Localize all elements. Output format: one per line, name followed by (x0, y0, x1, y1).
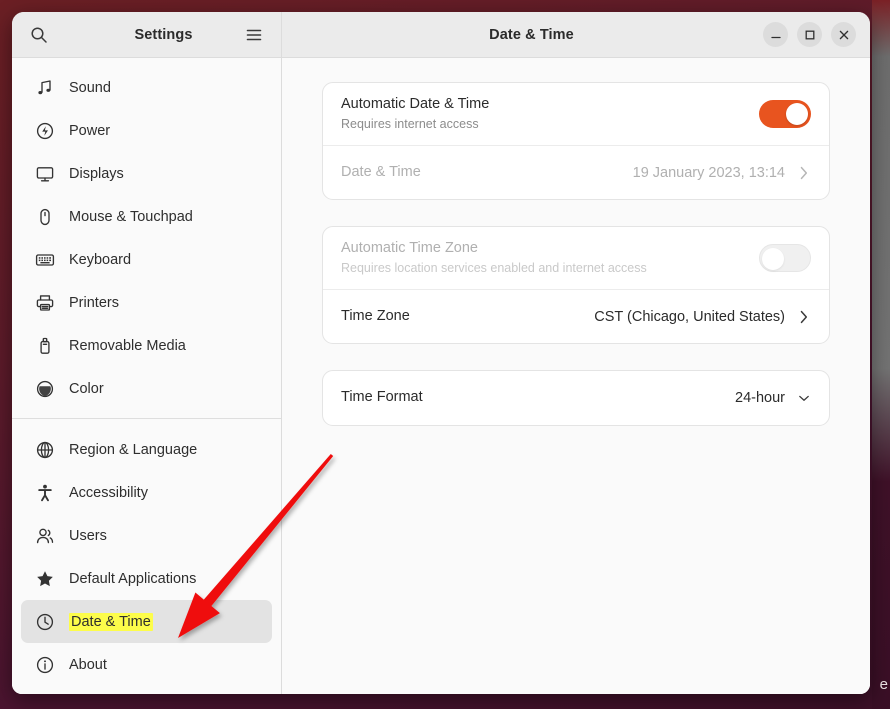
minimize-button[interactable] (763, 22, 788, 47)
close-button[interactable] (831, 22, 856, 47)
row-text: Automatic Time ZoneRequires location ser… (341, 239, 647, 278)
sidebar-item-region-language[interactable]: Region & Language (21, 428, 272, 471)
sound-icon (35, 78, 55, 98)
app-title: Settings (135, 27, 193, 43)
window-body: Sound Power Displays Mouse & Touchpad Keyboa… (12, 58, 870, 694)
sidebar-item-color[interactable]: Color (21, 367, 272, 410)
sidebar-item-date-time[interactable]: Date & Time (21, 600, 272, 643)
sidebar-item-power[interactable]: Power (21, 109, 272, 152)
sidebar-separator (12, 418, 281, 419)
mouse-icon (35, 207, 55, 227)
sidebar-item-label: Power (69, 123, 110, 139)
sidebar-item-label: Keyboard (69, 252, 131, 268)
headerbar-left: Settings (12, 12, 282, 57)
row-value: 19 January 2023, 13:14 (633, 165, 785, 181)
sidebar-item-accessibility[interactable]: Accessibility (21, 471, 272, 514)
sidebar-item-label: Region & Language (69, 442, 197, 458)
row-value: 24-hour (735, 390, 785, 406)
row-automatic-date-time: Automatic Date & TimeRequires internet a… (323, 83, 829, 145)
desktop-edge-letter: e (880, 676, 888, 693)
toggle-automatic-time-zone[interactable] (759, 244, 811, 272)
globe-icon (35, 440, 55, 460)
keyboard-icon (35, 250, 55, 270)
sidebar-item-label: Displays (69, 166, 124, 182)
removable-media-icon (35, 336, 55, 356)
sidebar-item-keyboard[interactable]: Keyboard (21, 238, 272, 281)
settings-card: Automatic Date & TimeRequires internet a… (322, 82, 830, 200)
row-time-format[interactable]: Time Format 24-hour (323, 371, 829, 425)
row-text: Time Format (341, 388, 423, 408)
sidebar-item-default-applications[interactable]: Default Applications (21, 557, 272, 600)
star-icon (35, 569, 55, 589)
row-control-area: 24-hour (735, 389, 811, 407)
sidebar-item-label: Date & Time (69, 613, 153, 631)
users-icon (35, 526, 55, 546)
settings-sidebar[interactable]: Sound Power Displays Mouse & Touchpad Keyboa… (12, 58, 282, 694)
settings-window: Settings Date & Time (12, 12, 870, 694)
chevron-right-icon[interactable] (797, 308, 811, 326)
sidebar-item-label: Default Applications (69, 571, 196, 587)
window-controls (763, 22, 856, 47)
row-value: CST (Chicago, United States) (594, 309, 785, 325)
row-text: Automatic Date & TimeRequires internet a… (341, 95, 489, 134)
accessibility-icon (35, 483, 55, 503)
sidebar-item-removable-media[interactable]: Removable Media (21, 324, 272, 367)
headerbar-right: Date & Time (282, 12, 870, 57)
printer-icon (35, 293, 55, 313)
settings-card: Automatic Time ZoneRequires location ser… (322, 226, 830, 344)
row-subtitle: Requires internet access (341, 115, 489, 133)
sidebar-item-users[interactable]: Users (21, 514, 272, 557)
sidebar-item-label: Removable Media (69, 338, 186, 354)
toggle-automatic-date-time[interactable] (759, 100, 811, 128)
desktop-right-strip (872, 0, 890, 709)
power-icon (35, 121, 55, 141)
desktop-background: e Settings (0, 0, 890, 709)
row-control-area: CST (Chicago, United States) (594, 308, 811, 326)
maximize-button[interactable] (797, 22, 822, 47)
row-time-zone[interactable]: Time Zone CST (Chicago, United States) (323, 289, 829, 343)
sidebar-item-label: Mouse & Touchpad (69, 209, 193, 225)
sidebar-item-label: Users (69, 528, 107, 544)
row-control-area: 19 January 2023, 13:14 (633, 164, 811, 182)
row-title: Date & Time (341, 163, 421, 183)
sidebar-item-mouse-touchpad[interactable]: Mouse & Touchpad (21, 195, 272, 238)
row-text: Time Zone (341, 307, 410, 327)
sidebar-item-printers[interactable]: Printers (21, 281, 272, 324)
sidebar-item-label: Sound (69, 80, 111, 96)
page-title-wrap: Date & Time (300, 26, 763, 44)
row-title: Time Zone (341, 307, 410, 327)
sidebar-item-label: Printers (69, 295, 119, 311)
row-date-time[interactable]: Date & Time 19 January 2023, 13:14 (323, 145, 829, 199)
settings-card: Time Format 24-hour (322, 370, 830, 426)
settings-content-panel: Automatic Date & TimeRequires internet a… (282, 58, 870, 694)
chevron-down-icon[interactable] (797, 389, 811, 407)
toggle-knob (786, 103, 808, 125)
hamburger-menu-icon[interactable] (241, 22, 267, 48)
row-title: Time Format (341, 388, 423, 408)
page-title: Date & Time (489, 27, 574, 43)
search-icon[interactable] (26, 22, 52, 48)
color-icon (35, 379, 55, 399)
info-icon (35, 655, 55, 675)
sidebar-item-sound[interactable]: Sound (21, 66, 272, 109)
display-icon (35, 164, 55, 184)
sidebar-item-about[interactable]: About (21, 643, 272, 686)
row-text: Date & Time (341, 163, 421, 183)
row-automatic-time-zone: Automatic Time ZoneRequires location ser… (323, 227, 829, 289)
window-headerbar: Settings Date & Time (12, 12, 870, 58)
row-control-area (759, 100, 811, 128)
row-control-area (759, 244, 811, 272)
chevron-right-icon[interactable] (797, 164, 811, 182)
row-title: Automatic Date & Time (341, 95, 489, 115)
sidebar-item-label: About (69, 657, 107, 673)
row-subtitle: Requires location services enabled and i… (341, 259, 647, 277)
row-title: Automatic Time Zone (341, 239, 647, 259)
sidebar-item-label: Accessibility (69, 485, 148, 501)
sidebar-item-displays[interactable]: Displays (21, 152, 272, 195)
sidebar-item-label: Color (69, 381, 104, 397)
toggle-knob (762, 248, 784, 270)
clock-icon (35, 612, 55, 632)
